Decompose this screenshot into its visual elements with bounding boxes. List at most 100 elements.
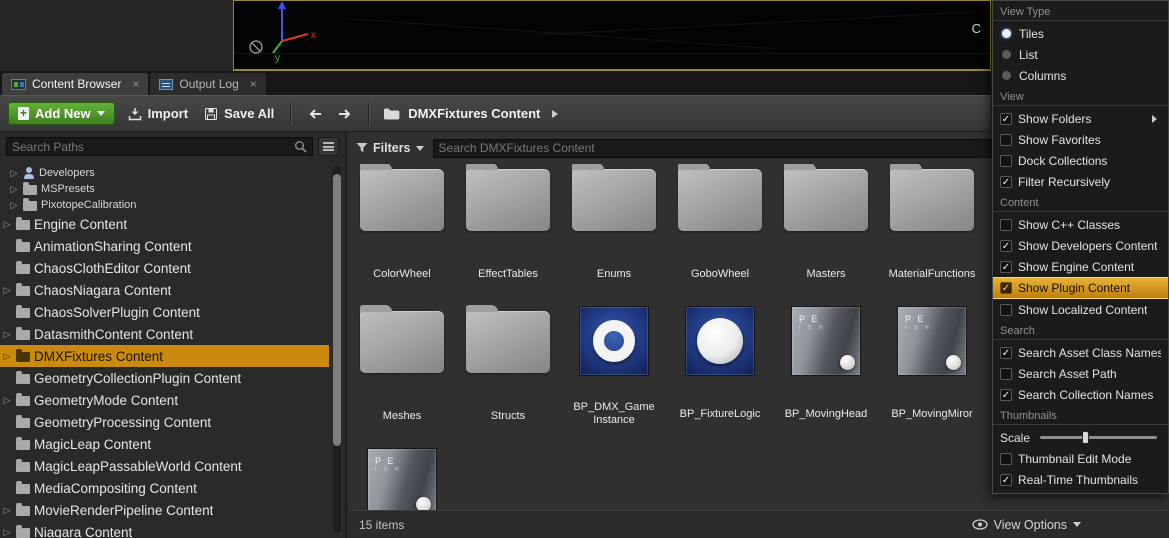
slider-handle[interactable] [1082,431,1089,444]
filters-button[interactable]: Filters [356,141,424,155]
asset-tile-materialfunctions[interactable]: MaterialFunctions [887,164,977,298]
menu-item-show-developers-content[interactable]: ✓Show Developers Content [993,235,1168,256]
checkbox-icon: ✓ [1000,282,1012,294]
path-search-row [0,132,345,160]
radio-icon [1002,29,1011,38]
expander-icon[interactable]: ▷ [9,200,19,211]
tree-item-mediacompositing-content[interactable]: MediaCompositing Content [0,477,329,499]
tree-item-geometrycollectionplugin-content[interactable]: GeometryCollectionPlugin Content [0,367,329,389]
menu-item-thumbnail-edit-mode[interactable]: Thumbnail Edit Mode [993,448,1168,469]
expander-icon[interactable]: ▷ [2,329,12,340]
tab-content-browser[interactable]: Content Browser × [2,73,148,95]
asset-tile-masters[interactable]: Masters [781,164,871,298]
menu-item-show-localized-content[interactable]: Show Localized Content [993,299,1168,320]
menu-item-label: Real-Time Thumbnails [1018,473,1138,487]
tree-item-magicleap-content[interactable]: MagicLeap Content [0,433,329,455]
expander-icon[interactable]: ▷ [2,219,12,230]
menu-item-tiles[interactable]: Tiles [993,23,1168,44]
view-options-button[interactable]: View Options [972,518,1081,532]
menu-item-list[interactable]: List [993,44,1168,65]
asset-tile-enums[interactable]: Enums [569,164,659,298]
import-button[interactable]: Import [125,106,191,121]
tree-item-developers[interactable]: ▷Developers [0,165,329,181]
tree-item-magicleappassableworld-content[interactable]: MagicLeapPassableWorld Content [0,455,329,477]
menu-item-real-time-thumbnails[interactable]: ✓Real-Time Thumbnails [993,469,1168,490]
close-icon[interactable]: × [250,77,257,91]
menu-item-show-favorites[interactable]: Show Favorites [993,129,1168,150]
menu-item-search-asset-path[interactable]: Search Asset Path [993,363,1168,384]
expander-icon[interactable]: ▷ [2,527,12,538]
menu-section-view: View [993,86,1168,106]
tree-item-chaosniagara-content[interactable]: ▷ChaosNiagara Content [0,279,329,301]
breadcrumb-label: DMXFixtures Content [408,106,540,121]
tree-item-chaosclotheditor-content[interactable]: ChaosClothEditor Content [0,257,329,279]
menu-item-scale[interactable]: Scale [993,427,1168,448]
sphere-graphic [697,318,743,364]
menu-item-show-folders[interactable]: ✓Show Folders [993,108,1168,129]
menu-section-search: Search [993,320,1168,340]
asset-tile-bp-dmx-game-instance[interactable]: BP_DMX_Game Instance [569,306,659,440]
asset-tile-structs[interactable]: Structs [463,306,553,440]
menu-item-show-plugin-content[interactable]: ✓Show Plugin Content [993,277,1168,299]
new-asset-icon [18,107,29,120]
tab-label: Output Log [179,77,238,91]
tree-item-engine-content[interactable]: ▷Engine Content [0,213,329,235]
tree-item-dmxfixtures-content[interactable]: ▷DMXFixtures Content [0,345,329,367]
tree-item-chaossolverplugin-content[interactable]: ChaosSolverPlugin Content [0,301,329,323]
asset-label: BP_FixtureLogic [680,400,761,428]
back-button[interactable] [305,107,325,121]
level-viewport[interactable]: x y C [233,0,991,71]
tree-item-label: MediaCompositing Content [34,481,197,496]
tree-item-pixotopecalibration[interactable]: ▷PixotopeCalibration [0,197,329,213]
search-paths-box[interactable] [6,137,313,156]
menu-item-show-engine-content[interactable]: ✓Show Engine Content [993,256,1168,277]
save-all-button[interactable]: Save All [201,106,277,121]
tree-item-animationsharing-content[interactable]: AnimationSharing Content [0,235,329,257]
menu-item-label: Columns [1019,69,1066,83]
thumbnail-scale-slider[interactable] [1040,436,1157,439]
asset-tile[interactable]: P EI O N [357,448,447,510]
menu-item-dock-collections[interactable]: Dock Collections [993,150,1168,171]
expander-icon[interactable]: ▷ [2,395,12,406]
tree-item-geometryprocessing-content[interactable]: GeometryProcessing Content [0,411,329,433]
tree-item-niagara-content[interactable]: ▷Niagara Content [0,521,329,538]
asset-tile-colorwheel[interactable]: ColorWheel [357,164,447,298]
close-icon[interactable]: × [132,77,139,91]
asset-tile-bp-movinghead[interactable]: P EI O NBP_MovingHead [781,306,871,440]
expander-icon[interactable]: ▷ [2,351,12,362]
folder-icon [23,201,37,211]
breadcrumb[interactable]: DMXFixtures Content [383,106,562,121]
expander-icon[interactable]: ▷ [9,168,19,179]
asset-label: BP_MovingHead [785,400,868,428]
asset-tile-bp-fixturelogic[interactable]: BP_FixtureLogic [675,306,765,440]
chevron-down-icon [416,146,424,155]
expander-icon[interactable]: ▷ [2,505,12,516]
menu-item-columns[interactable]: Columns [993,65,1168,86]
tree-scrollbar-track[interactable] [333,166,341,533]
tree-item-movierenderpipeline-content[interactable]: ▷MovieRenderPipeline Content [0,499,329,521]
expander-icon[interactable]: ▷ [9,184,19,195]
menu-item-show-c-classes[interactable]: Show C++ Classes [993,214,1168,235]
toolbar-separator [368,102,370,126]
asset-tile-gobowheel[interactable]: GoboWheel [675,164,765,298]
asset-tile-effecttables[interactable]: EffectTables [463,164,553,298]
tree-item-geometrymode-content[interactable]: ▷GeometryMode Content [0,389,329,411]
asset-tile-meshes[interactable]: Meshes [357,306,447,440]
sources-list-toggle-button[interactable] [318,137,339,156]
menu-item-filter-recursively[interactable]: ✓Filter Recursively [993,171,1168,192]
menu-item-search-asset-class-names[interactable]: ✓Search Asset Class Names [993,342,1168,363]
breadcrumb-expand-icon[interactable] [552,110,562,118]
tree-scrollbar-thumb[interactable] [333,174,341,446]
tree-item-label: ChaosClothEditor Content [34,261,191,276]
forward-button[interactable] [335,107,355,121]
tree-item-datasmithcontent-content[interactable]: ▷DatasmithContent Content [0,323,329,345]
tab-output-log[interactable]: Output Log × [150,73,265,95]
folder-icon [23,185,37,195]
search-paths-input[interactable] [12,140,294,154]
tree-item-mspresets[interactable]: ▷MSPresets [0,181,329,197]
expander-icon[interactable]: ▷ [2,285,12,296]
asset-tile-bp-movingmiror[interactable]: P EI O NBP_MovingMiror [887,306,977,440]
menu-item-search-collection-names[interactable]: ✓Search Collection Names [993,384,1168,405]
menu-item-label: Show Localized Content [1018,303,1147,317]
add-new-button[interactable]: Add New [8,102,115,125]
